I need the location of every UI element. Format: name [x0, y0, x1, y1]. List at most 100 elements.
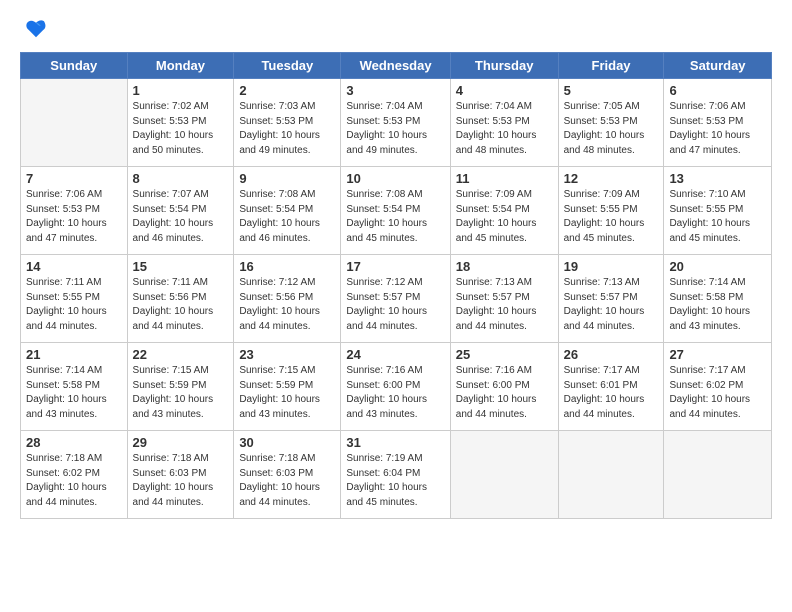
page-container: SundayMondayTuesdayWednesdayThursdayFrid…: [0, 0, 792, 612]
day-info: Sunrise: 7:18 AMSunset: 6:02 PMDaylight:…: [26, 452, 122, 510]
day-info: Sunrise: 7:07 AMSunset: 5:54 PMDaylight:…: [133, 188, 229, 246]
calendar-cell: 13 Sunrise: 7:10 AMSunset: 5:55 PMDayligh…: [664, 167, 772, 255]
day-number: 28: [26, 435, 122, 450]
day-info: Sunrise: 7:13 AMSunset: 5:57 PMDaylight:…: [456, 276, 553, 334]
day-number: 11: [456, 171, 553, 186]
day-number: 24: [346, 347, 444, 362]
calendar-cell: 6 Sunrise: 7:06 AMSunset: 5:53 PMDaylight…: [664, 79, 772, 167]
calendar-cell: [21, 79, 128, 167]
weekday-header: Wednesday: [341, 53, 450, 79]
calendar-cell: 30 Sunrise: 7:18 AMSunset: 6:03 PMDayligh…: [234, 431, 341, 519]
day-number: 13: [669, 171, 766, 186]
weekday-header: Saturday: [664, 53, 772, 79]
calendar-cell: [450, 431, 558, 519]
day-info: Sunrise: 7:11 AMSunset: 5:56 PMDaylight:…: [133, 276, 229, 334]
logo: [20, 20, 48, 42]
weekday-header: Friday: [558, 53, 664, 79]
logo-bird-icon: [24, 18, 48, 42]
day-info: Sunrise: 7:08 AMSunset: 5:54 PMDaylight:…: [346, 188, 444, 246]
calendar-cell: 1 Sunrise: 7:02 AMSunset: 5:53 PMDaylight…: [127, 79, 234, 167]
calendar-cell: 7 Sunrise: 7:06 AMSunset: 5:53 PMDaylight…: [21, 167, 128, 255]
calendar-cell: 16 Sunrise: 7:12 AMSunset: 5:56 PMDayligh…: [234, 255, 341, 343]
calendar-cell: 2 Sunrise: 7:03 AMSunset: 5:53 PMDaylight…: [234, 79, 341, 167]
day-info: Sunrise: 7:17 AMSunset: 6:01 PMDaylight:…: [564, 364, 659, 422]
day-info: Sunrise: 7:06 AMSunset: 5:53 PMDaylight:…: [669, 100, 766, 158]
day-info: Sunrise: 7:13 AMSunset: 5:57 PMDaylight:…: [564, 276, 659, 334]
day-number: 17: [346, 259, 444, 274]
calendar-cell: 26 Sunrise: 7:17 AMSunset: 6:01 PMDayligh…: [558, 343, 664, 431]
weekday-header: Sunday: [21, 53, 128, 79]
day-info: Sunrise: 7:09 AMSunset: 5:54 PMDaylight:…: [456, 188, 553, 246]
calendar-week-row: 28 Sunrise: 7:18 AMSunset: 6:02 PMDayligh…: [21, 431, 772, 519]
day-number: 8: [133, 171, 229, 186]
calendar-cell: 31Sunrise: 7:19 AMSunset: 6:04 PMDayligh…: [341, 431, 450, 519]
day-number: 27: [669, 347, 766, 362]
day-number: 6: [669, 83, 766, 98]
day-number: 9: [239, 171, 335, 186]
day-number: 4: [456, 83, 553, 98]
day-info: Sunrise: 7:14 AMSunset: 5:58 PMDaylight:…: [26, 364, 122, 422]
day-info: Sunrise: 7:16 AMSunset: 6:00 PMDaylight:…: [346, 364, 444, 422]
day-info: Sunrise: 7:15 AMSunset: 5:59 PMDaylight:…: [239, 364, 335, 422]
calendar-week-row: 1 Sunrise: 7:02 AMSunset: 5:53 PMDaylight…: [21, 79, 772, 167]
calendar-cell: 5 Sunrise: 7:05 AMSunset: 5:53 PMDaylight…: [558, 79, 664, 167]
day-info: Sunrise: 7:04 AMSunset: 5:53 PMDaylight:…: [346, 100, 444, 158]
day-info: Sunrise: 7:09 AMSunset: 5:55 PMDaylight:…: [564, 188, 659, 246]
day-info: Sunrise: 7:10 AMSunset: 5:55 PMDaylight:…: [669, 188, 766, 246]
day-info: Sunrise: 7:03 AMSunset: 5:53 PMDaylight:…: [239, 100, 335, 158]
day-number: 31: [346, 435, 444, 450]
day-number: 16: [239, 259, 335, 274]
day-info: Sunrise: 7:16 AMSunset: 6:00 PMDaylight:…: [456, 364, 553, 422]
calendar-cell: 17 Sunrise: 7:12 AMSunset: 5:57 PMDayligh…: [341, 255, 450, 343]
day-number: 22: [133, 347, 229, 362]
calendar-cell: 12 Sunrise: 7:09 AMSunset: 5:55 PMDayligh…: [558, 167, 664, 255]
calendar-cell: 20 Sunrise: 7:14 AMSunset: 5:58 PMDayligh…: [664, 255, 772, 343]
calendar-table: SundayMondayTuesdayWednesdayThursdayFrid…: [20, 52, 772, 519]
day-number: 15: [133, 259, 229, 274]
day-info: Sunrise: 7:02 AMSunset: 5:53 PMDaylight:…: [133, 100, 229, 158]
calendar-cell: 10Sunrise: 7:08 AMSunset: 5:54 PMDayligh…: [341, 167, 450, 255]
day-number: 21: [26, 347, 122, 362]
calendar-cell: 18Sunrise: 7:13 AMSunset: 5:57 PMDayligh…: [450, 255, 558, 343]
day-info: Sunrise: 7:18 AMSunset: 6:03 PMDaylight:…: [239, 452, 335, 510]
calendar-cell: 15 Sunrise: 7:11 AMSunset: 5:56 PMDayligh…: [127, 255, 234, 343]
day-number: 1: [133, 83, 229, 98]
calendar-cell: 22 Sunrise: 7:15 AMSunset: 5:59 PMDayligh…: [127, 343, 234, 431]
weekday-header: Monday: [127, 53, 234, 79]
day-number: 2: [239, 83, 335, 98]
day-number: 20: [669, 259, 766, 274]
day-number: 7: [26, 171, 122, 186]
weekday-header: Tuesday: [234, 53, 341, 79]
calendar-cell: 3 Sunrise: 7:04 AMSunset: 5:53 PMDaylight…: [341, 79, 450, 167]
calendar-cell: 25 Sunrise: 7:16 AMSunset: 6:00 PMDayligh…: [450, 343, 558, 431]
calendar-cell: 9 Sunrise: 7:08 AMSunset: 5:54 PMDaylight…: [234, 167, 341, 255]
day-info: Sunrise: 7:18 AMSunset: 6:03 PMDaylight:…: [133, 452, 229, 510]
calendar-cell: 8 Sunrise: 7:07 AMSunset: 5:54 PMDaylight…: [127, 167, 234, 255]
day-number: 12: [564, 171, 659, 186]
calendar-cell: [664, 431, 772, 519]
calendar-cell: 11 Sunrise: 7:09 AMSunset: 5:54 PMDayligh…: [450, 167, 558, 255]
day-info: Sunrise: 7:08 AMSunset: 5:54 PMDaylight:…: [239, 188, 335, 246]
day-info: Sunrise: 7:14 AMSunset: 5:58 PMDaylight:…: [669, 276, 766, 334]
day-number: 25: [456, 347, 553, 362]
day-number: 26: [564, 347, 659, 362]
weekday-header-row: SundayMondayTuesdayWednesdayThursdayFrid…: [21, 53, 772, 79]
day-number: 29: [133, 435, 229, 450]
day-info: Sunrise: 7:17 AMSunset: 6:02 PMDaylight:…: [669, 364, 766, 422]
day-number: 19: [564, 259, 659, 274]
day-number: 3: [346, 83, 444, 98]
calendar-cell: 27 Sunrise: 7:17 AMSunset: 6:02 PMDayligh…: [664, 343, 772, 431]
day-info: Sunrise: 7:11 AMSunset: 5:55 PMDaylight:…: [26, 276, 122, 334]
calendar-week-row: 14Sunrise: 7:11 AMSunset: 5:55 PMDayligh…: [21, 255, 772, 343]
calendar-cell: 28 Sunrise: 7:18 AMSunset: 6:02 PMDayligh…: [21, 431, 128, 519]
day-info: Sunrise: 7:12 AMSunset: 5:57 PMDaylight:…: [346, 276, 444, 334]
calendar-cell: 21 Sunrise: 7:14 AMSunset: 5:58 PMDayligh…: [21, 343, 128, 431]
calendar-cell: 23Sunrise: 7:15 AMSunset: 5:59 PMDayligh…: [234, 343, 341, 431]
day-number: 30: [239, 435, 335, 450]
day-info: Sunrise: 7:05 AMSunset: 5:53 PMDaylight:…: [564, 100, 659, 158]
day-info: Sunrise: 7:12 AMSunset: 5:56 PMDaylight:…: [239, 276, 335, 334]
day-number: 5: [564, 83, 659, 98]
day-info: Sunrise: 7:15 AMSunset: 5:59 PMDaylight:…: [133, 364, 229, 422]
day-info: Sunrise: 7:04 AMSunset: 5:53 PMDaylight:…: [456, 100, 553, 158]
day-info: Sunrise: 7:06 AMSunset: 5:53 PMDaylight:…: [26, 188, 122, 246]
